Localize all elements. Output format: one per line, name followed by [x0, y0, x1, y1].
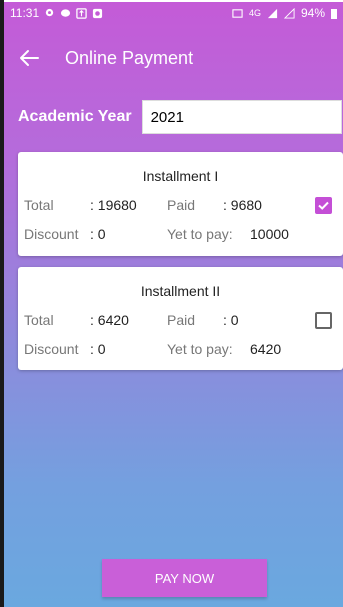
- installment-title: Installment II: [140, 283, 221, 299]
- signal-2-icon: [283, 7, 295, 19]
- academic-year-row: Academic Year: [18, 100, 343, 134]
- yet-to-pay-label: Yet to pay:: [167, 226, 233, 242]
- arrow-left-icon[interactable]: [18, 47, 40, 69]
- paid-label: Paid: [167, 197, 196, 213]
- status-right: 4G 94%: [232, 6, 337, 20]
- check-icon: [318, 201, 329, 210]
- status-bar: 11:31 4G 94%: [4, 2, 343, 24]
- discount-label: Discount: [24, 341, 79, 357]
- location-icon: [45, 8, 54, 16]
- yet-to-pay-value: 10000: [250, 226, 289, 242]
- app-screen: 11:31 4G 94% Online Payment Academic Yea…: [4, 2, 343, 607]
- yet-to-pay-label: Yet to pay:: [167, 341, 233, 357]
- paid-value: : 9680: [223, 197, 262, 213]
- academic-year-label: Academic Year: [18, 108, 132, 125]
- discount-value: : 0: [90, 226, 106, 242]
- yet-to-pay-value: 6420: [250, 341, 282, 357]
- status-time: 11:31: [10, 6, 40, 20]
- total-label: Total: [24, 312, 54, 328]
- installment-card-2: Installment II Total : 6420 Paid : 0 Dis…: [18, 267, 343, 370]
- total-value: : 19680: [90, 197, 137, 213]
- total-value: : 6420: [90, 312, 129, 328]
- status-left: 11:31: [10, 6, 103, 20]
- total-label: Total: [24, 197, 54, 213]
- chat-icon: [61, 8, 71, 17]
- pay-now-button[interactable]: PAY NOW: [102, 559, 267, 597]
- usb-icon: [76, 7, 87, 19]
- network-type: 4G: [248, 8, 261, 18]
- paid-label: Paid: [167, 312, 196, 328]
- installment-title: Installment I: [142, 168, 219, 184]
- installment-2-checkbox[interactable]: [315, 312, 332, 329]
- hotspot-icon: [232, 8, 243, 18]
- installment-card-1: Installment I Total : 19680 Paid : 9680 …: [18, 152, 343, 256]
- academic-year-input[interactable]: [141, 100, 342, 134]
- installment-1-checkbox[interactable]: [315, 197, 332, 214]
- notification-icon: [93, 8, 103, 18]
- signal-icon: [267, 8, 278, 18]
- page-title: Online Payment: [65, 47, 194, 68]
- app-bar: Online Payment: [4, 38, 343, 78]
- discount-value: : 0: [90, 341, 106, 357]
- battery-icon: [331, 8, 337, 19]
- battery-percent: 94%: [300, 6, 325, 20]
- discount-label: Discount: [24, 226, 79, 242]
- paid-value: : 0: [223, 312, 239, 328]
